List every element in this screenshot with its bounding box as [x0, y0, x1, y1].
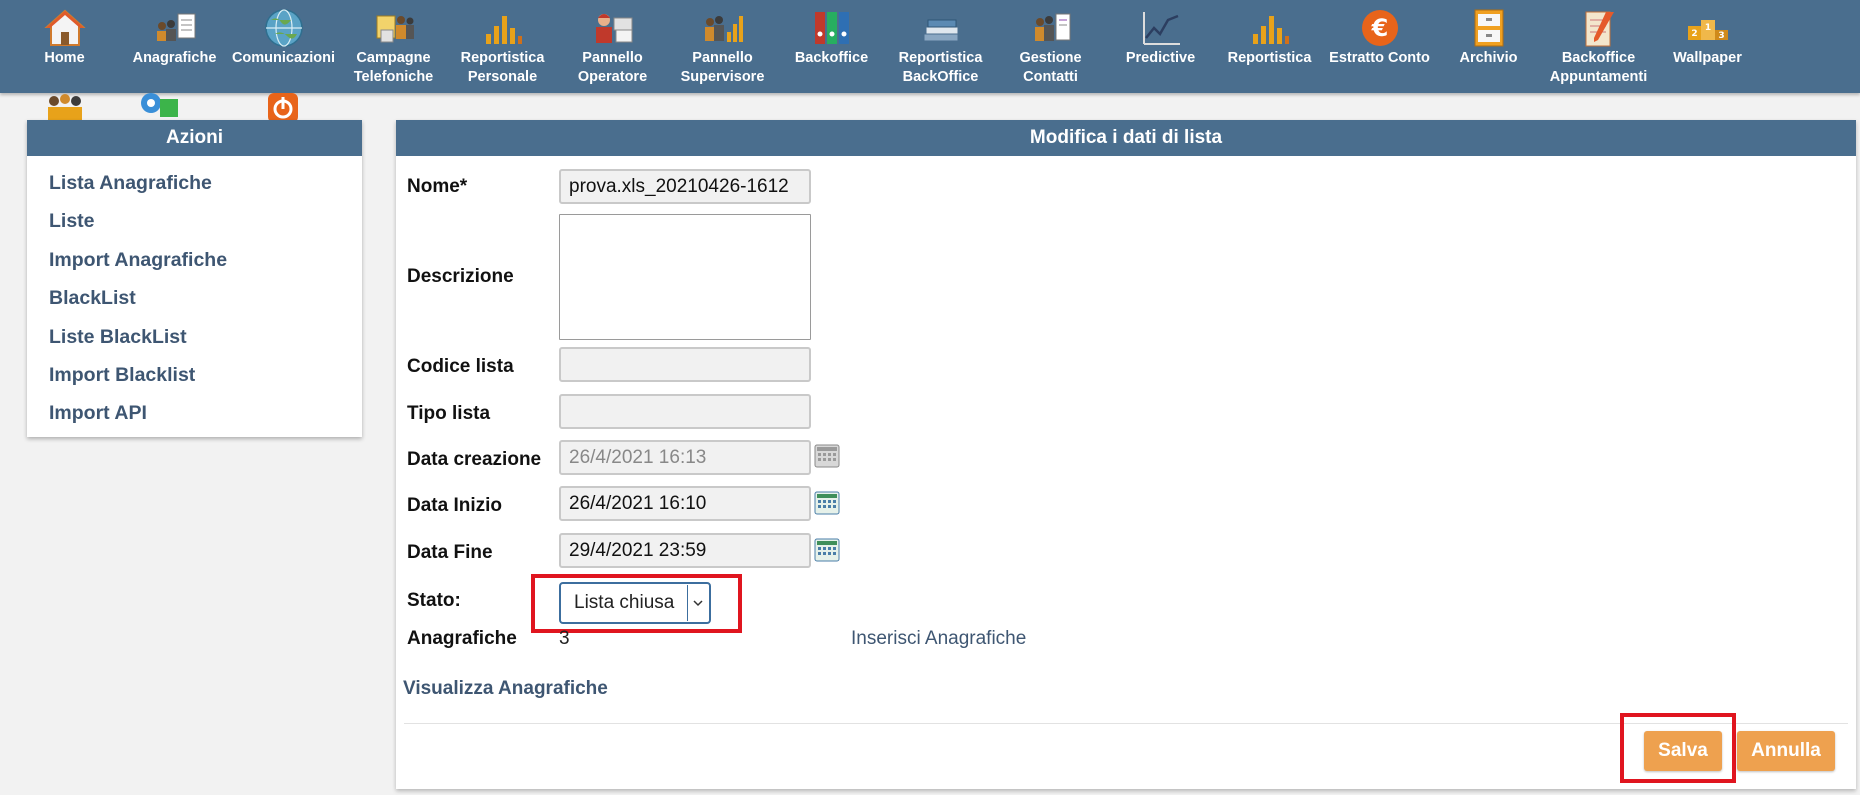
supervisor-chart-icon [704, 16, 743, 42]
visualizza-anagrafiche-link[interactable]: Visualizza Anagrafiche [403, 678, 608, 700]
nav-backoffice-appuntamenti[interactable]: Backoffice Appuntamenti [1544, 8, 1653, 87]
nav-pannello-supervisore[interactable]: Pannello Supervisore [668, 8, 777, 87]
nav-wallpaper[interactable]: 2 1 3 Wallpaper [1653, 8, 1762, 68]
nav-home[interactable]: Home [10, 8, 119, 68]
top-navigation-bar: Home Anagrafiche Comunicazioni Campagne … [0, 0, 1860, 93]
actions-list: Lista Anagrafiche Liste Import Anagrafic… [27, 156, 362, 433]
nav-predictive[interactable]: Predictive [1106, 8, 1215, 68]
power-icon[interactable] [260, 93, 306, 121]
sidebar-item-import-api[interactable]: Import API [49, 394, 362, 432]
data-creazione-input [559, 440, 811, 475]
data-fine-label: Data Fine [407, 542, 493, 563]
svg-text:1: 1 [1704, 23, 1710, 33]
nav-label: Backoffice Appuntamenti [1549, 50, 1648, 85]
bar-chart-icon [1252, 16, 1289, 44]
notepad-pencil-icon [1585, 11, 1614, 47]
descrizione-label: Descrizione [407, 266, 514, 287]
cancel-button[interactable]: Annulla [1737, 731, 1835, 771]
nav-anagrafiche[interactable]: Anagrafiche [120, 8, 229, 68]
nav-label: Predictive [1125, 50, 1196, 66]
svg-text:3: 3 [1718, 31, 1724, 41]
tipo-lista-label: Tipo lista [407, 403, 491, 424]
nome-input[interactable] [559, 169, 811, 204]
actions-panel: Azioni Lista Anagrafiche Liste Import An… [27, 120, 362, 437]
nav-campagne-telefoniche[interactable]: Campagne Telefoniche [339, 8, 448, 87]
nav-label: Reportistica [1227, 50, 1312, 66]
stato-select[interactable]: Lista chiusa [559, 582, 711, 624]
stato-selected-value: Lista chiusa [574, 592, 675, 613]
sidebar-item-import-blacklist[interactable]: Import Blacklist [49, 356, 362, 394]
chevron-down-icon [687, 585, 708, 621]
data-inizio-input[interactable] [559, 486, 811, 521]
nav-label: Campagne Telefoniche [353, 50, 434, 85]
nav-label: Reportistica BackOffice [898, 50, 983, 85]
trend-chart-icon [1142, 12, 1180, 45]
nav-estratto-conto[interactable]: € Estratto Conto [1325, 8, 1434, 68]
codice-lista-input[interactable] [559, 347, 811, 382]
anagrafiche-label: Anagrafiche [407, 628, 517, 649]
nav-label: Archivio [1459, 50, 1518, 66]
data-inizio-label: Data Inizio [407, 495, 503, 516]
nav-label: Wallpaper [1673, 50, 1742, 66]
group-users-icon[interactable] [42, 93, 88, 121]
nav-reportistica-personale[interactable]: Reportistica Personale [448, 8, 557, 87]
sidebar-item-import-anagrafiche[interactable]: Import Anagrafiche [49, 241, 362, 279]
book-stack-icon [923, 19, 958, 42]
nome-label: Nome* [407, 176, 468, 197]
inserisci-anagrafiche-link[interactable]: Inserisci Anagrafiche [851, 628, 1026, 650]
data-creazione-label: Data creazione [407, 449, 542, 470]
nav-label: Anagrafiche [132, 50, 217, 66]
podium-icon: 2 1 3 [1687, 20, 1728, 41]
nav-label: Gestione Contatti [1019, 50, 1082, 85]
anagrafiche-count: 3 [559, 628, 570, 649]
save-button[interactable]: Salva [1644, 731, 1722, 771]
nav-backoffice[interactable]: Backoffice [777, 8, 886, 68]
nav-pannello-operatore[interactable]: Pannello Operatore [558, 8, 667, 87]
nav-gestione-contatti[interactable]: Gestione Contatti [996, 8, 1105, 87]
nav-label: Reportistica Personale [460, 50, 545, 85]
nav-comunicazioni[interactable]: Comunicazioni [229, 8, 338, 68]
actions-panel-title: Azioni [27, 120, 362, 156]
edit-list-panel: Modifica i dati di lista Nome* Descrizio… [396, 120, 1856, 789]
calendar-icon-disabled [814, 444, 840, 468]
svg-text:€: € [1370, 14, 1388, 42]
globe-icon [264, 9, 303, 47]
people-card-icon [156, 13, 195, 41]
sidebar-item-liste[interactable]: Liste [49, 202, 362, 240]
file-cabinet-icon [1474, 9, 1503, 47]
bar-chart-icon [485, 16, 522, 44]
calendar-icon[interactable] [814, 491, 840, 515]
descrizione-textarea[interactable] [559, 214, 811, 340]
calendar-icon[interactable] [814, 538, 840, 562]
stato-label: Stato: [407, 590, 461, 611]
sidebar-item-lista-anagrafiche[interactable]: Lista Anagrafiche [49, 164, 362, 202]
nav-label: Pannello Operatore [577, 50, 648, 85]
data-fine-input[interactable] [559, 533, 811, 568]
tipo-lista-input[interactable] [559, 394, 811, 429]
binders-icon [814, 12, 849, 44]
nav-label: Estratto Conto [1329, 50, 1430, 66]
codice-lista-label: Codice lista [407, 356, 514, 377]
nav-label: Home [44, 50, 85, 66]
nav-label: Pannello Supervisore [680, 50, 765, 85]
operator-icon [595, 14, 632, 43]
sidebar-item-liste-blacklist[interactable]: Liste BlackList [49, 318, 362, 356]
nav-archivio[interactable]: Archivio [1434, 8, 1543, 68]
contacts-icon [1034, 13, 1070, 41]
nav-reportistica[interactable]: Reportistica [1215, 8, 1324, 68]
home-icon [43, 9, 86, 46]
settings-gear-icon[interactable] [136, 93, 182, 121]
nav-label: Comunicazioni [231, 50, 336, 66]
svg-text:2: 2 [1691, 29, 1697, 39]
edit-list-title: Modifica i dati di lista [396, 120, 1856, 156]
euro-icon: € [1361, 10, 1398, 46]
nav-second-row [0, 93, 330, 121]
sidebar-item-blacklist[interactable]: BlackList [49, 279, 362, 317]
nav-label: Backoffice [794, 50, 869, 66]
campaign-people-icon [376, 15, 414, 43]
nav-reportistica-backoffice[interactable]: Reportistica BackOffice [886, 8, 995, 87]
